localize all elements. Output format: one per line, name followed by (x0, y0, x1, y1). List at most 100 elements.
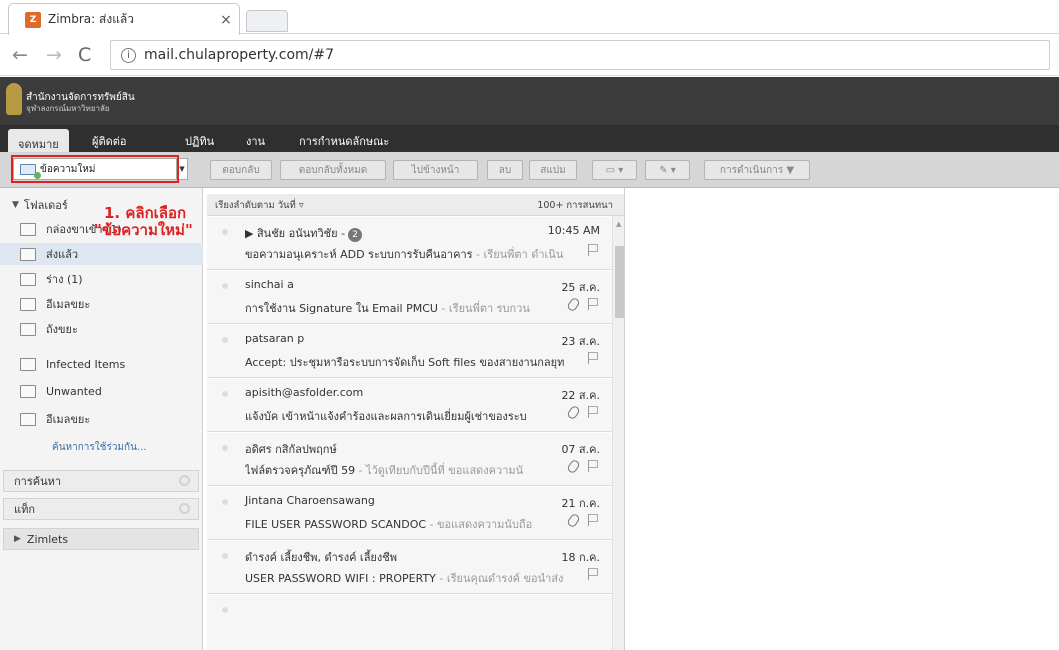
list-item[interactable]: Jintana Charoensawang 21 ก.ค. FILE USER PA… (207, 487, 612, 540)
folder-sent[interactable]: ส่งแล้ว (0, 243, 203, 265)
status-dot (222, 283, 228, 289)
flag-icon[interactable] (588, 298, 598, 310)
annotation-target: "ข้อความใหม่" (94, 221, 193, 239)
date: 22 ส.ค. (561, 389, 600, 402)
close-icon[interactable]: × (217, 12, 235, 28)
gear-icon[interactable] (179, 475, 190, 486)
status-dot (222, 391, 228, 397)
reply-button[interactable]: ตอบกลับ (210, 160, 272, 180)
forward-button[interactable]: ไปข้างหน้า (393, 160, 478, 180)
subject: Accept: ประชุมหารือระบบการจัดเก็บ Soft f… (245, 353, 575, 371)
sort-text: เรียงลำดับตาม วันที่ (215, 200, 296, 211)
subject-text: แจ้งบัค เข้าหน้าแจ้งคำร้องและผลการเดินเย… (245, 410, 527, 423)
search-panel[interactable]: การค้นหา (3, 470, 199, 492)
subject-text: การใช้งาน Signature ใน Email PMCU (245, 302, 438, 315)
subject: FILE USER PASSWORD SCANDOC - ขอแสดงความน… (245, 515, 575, 533)
tag-button[interactable]: ✎ ▾ (645, 160, 690, 180)
sort-icon: ▿ (298, 200, 304, 211)
folder-label: Infected Items (46, 357, 126, 371)
flag-icon[interactable] (588, 514, 598, 526)
status-dot (222, 229, 228, 235)
find-shares-link[interactable]: ค้นหาการใช้ร่วมกัน... (52, 440, 146, 455)
url-field[interactable]: i mail.chulaproperty.com/#7 (110, 40, 1050, 70)
tab-preferences[interactable]: การกำหนดลักษณะ (299, 132, 389, 150)
folder-unwanted[interactable]: Unwanted (0, 380, 203, 402)
forward-icon[interactable]: → (46, 44, 62, 66)
tab-contacts[interactable]: ผู้ติดต่อ (92, 132, 126, 150)
scrollbar[interactable]: ▲ (612, 216, 624, 650)
highlight-box (11, 155, 179, 183)
list-item[interactable]: อดิศร กสิกัลปพฤกษ์ 07 ส.ค. ไฟล์ตรวจครุภัณฑ… (207, 433, 612, 486)
subject-text: USER PASSWORD WIFI : PROPERTY (245, 572, 436, 585)
print-icon: ▭ ▾ (605, 164, 624, 176)
reading-pane (626, 188, 1059, 650)
delete-button[interactable]: ลบ (487, 160, 523, 180)
spam-button[interactable]: สแปม (529, 160, 577, 180)
list-item[interactable]: apisith@asfolder.com 22 ส.ค. แจ้งบัค เข้าห… (207, 379, 612, 432)
inbox-icon (20, 222, 36, 236)
reply-all-button[interactable]: ตอบกลับทั้งหมด (280, 160, 386, 180)
list-item-partial[interactable] (207, 595, 612, 650)
sent-icon (20, 247, 36, 261)
folder-infected-items[interactable]: Infected Items (0, 353, 203, 375)
tags-panel[interactable]: แท็ก (3, 498, 199, 520)
folder-label: ถังขยะ (46, 323, 78, 336)
print-button[interactable]: ▭ ▾ (592, 160, 637, 180)
date: 23 ส.ค. (561, 335, 600, 348)
sort-label[interactable]: เรียงลำดับตาม วันที่ ▿ (215, 198, 304, 213)
trash-icon (20, 322, 36, 336)
folder-icon (20, 357, 36, 371)
sender: ▶ สินชัย อนันทวิชัย -2 (245, 224, 363, 242)
list-item[interactable]: patsaran p 23 ส.ค. Accept: ประชุมหารือระบบ… (207, 325, 612, 378)
status-dot (222, 499, 228, 505)
preview-text: - เรียนคุณดำรงค์ ขอนำส่ง (435, 572, 564, 585)
folder-drafts[interactable]: ร่าง (1) (0, 268, 203, 290)
flag-icon[interactable] (588, 568, 598, 580)
flag-icon[interactable] (588, 244, 598, 256)
tab-tasks[interactable]: งาน (246, 132, 265, 150)
conversation-count: 100+ การสนทนา (537, 200, 613, 211)
folder-label: อีเมลขยะ (46, 413, 91, 426)
zimlets-panel[interactable]: ▶ Zimlets (3, 528, 199, 550)
reload-icon[interactable]: C (78, 44, 91, 66)
app-header: สำนักงานจัดการทรัพย์สิน จุฬาลงกรณ์มหาวิท… (0, 77, 1059, 125)
sender: อดิศร กสิกัลปพฤกษ์ (245, 443, 337, 456)
folder-junk[interactable]: อีเมลขยะ (0, 293, 203, 315)
list-item[interactable]: ▶ สินชัย อนันทวิชัย -2 10:45 AM ขอความอนุเ… (207, 217, 612, 270)
info-icon[interactable]: i (121, 47, 136, 63)
sender-name: ▶ สินชัย อนันทวิชัย - (245, 227, 346, 240)
folder-trash[interactable]: ถังขยะ (0, 318, 203, 340)
new-tab-button[interactable] (246, 10, 288, 32)
back-icon[interactable]: ← (12, 44, 28, 66)
list-item[interactable]: ดำรงค์ เลี้ยงชีพ, ดำรงค์ เลี้ยงชีพ 18 ก.ค… (207, 541, 612, 594)
folder-icon (20, 384, 36, 398)
gear-icon[interactable] (179, 503, 190, 514)
status-dot (222, 337, 228, 343)
flag-icon[interactable] (588, 352, 598, 364)
actions-menu-button[interactable]: การดำเนินการ ▼ (704, 160, 810, 180)
browser-tab-title: Zimbra: ส่งแล้ว (48, 12, 135, 26)
date: 10:45 AM (547, 224, 600, 237)
date: 25 ส.ค. (561, 281, 600, 294)
scroll-up-icon[interactable]: ▲ (616, 220, 621, 228)
folder-sidebar: ▼ โฟลเดอร์ กล่องขาเข้า (1) ส่งแล้ว ร่าง … (0, 188, 203, 650)
subject-text: FILE USER PASSWORD SCANDOC (245, 518, 427, 531)
browser-tab[interactable]: Z Zimbra: ส่งแล้ว × (8, 3, 240, 35)
date: 07 ส.ค. (561, 443, 600, 456)
flag-icon[interactable] (588, 406, 598, 418)
date: 18 ก.ค. (561, 551, 600, 564)
tab-mail[interactable]: จดหมาย (8, 129, 69, 152)
app-tabs: จดหมาย ผู้ติดต่อ ปฏิทิน งาน การกำหนดลักษ… (0, 125, 1059, 152)
list-item[interactable]: sinchai a 25 ส.ค. การใช้งาน Signature ใน E… (207, 271, 612, 324)
scroll-thumb[interactable] (615, 246, 624, 318)
junk-icon (20, 297, 36, 311)
collapse-icon[interactable]: ▼ (12, 200, 19, 210)
sender: sinchai a (245, 278, 294, 291)
search-panel-label: การค้นหา (14, 475, 62, 488)
expand-icon[interactable]: ▶ (14, 534, 21, 544)
folder-junk-2[interactable]: อีเมลขยะ (0, 408, 203, 430)
tab-calendar[interactable]: ปฏิทิน (185, 132, 214, 150)
address-bar: ← → C i mail.chulaproperty.com/#7 (0, 34, 1059, 76)
message-list: เรียงลำดับตาม วันที่ ▿ 100+ การสนทนา ▶ ส… (207, 188, 625, 650)
flag-icon[interactable] (588, 460, 598, 472)
